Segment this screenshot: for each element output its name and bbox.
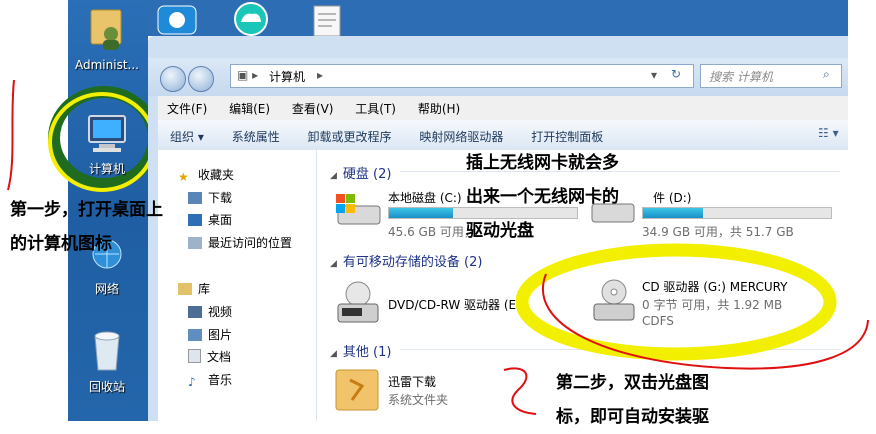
desktop-icon-label: Administ... bbox=[75, 58, 139, 72]
address-bar[interactable]: ▣ ▸ 计算机 ▸ ▾ ↻ bbox=[230, 64, 694, 88]
address-chevron-icon: ▸ bbox=[317, 68, 324, 82]
document-app-icon[interactable] bbox=[306, 2, 350, 36]
navigation-pane: ★ 收藏夹 下载 桌面 最近访问的位置 库 视频 图片 文档 ♪ 音乐 bbox=[158, 150, 317, 421]
nav-favorites[interactable]: ★ 收藏夹 bbox=[178, 166, 234, 184]
computer-icon bbox=[88, 115, 126, 152]
collapse-triangle-icon: ◢ bbox=[330, 259, 337, 269]
group-removable-storage[interactable]: ◢ 有可移动存储的设备 (2) bbox=[330, 251, 482, 270]
system-properties-button[interactable]: 系统属性 bbox=[220, 120, 292, 145]
drive-c-usage-fill bbox=[389, 208, 453, 218]
picture-icon bbox=[188, 329, 202, 341]
drive-c-name[interactable]: 本地磁盘 (C:) bbox=[388, 189, 462, 206]
xunlei-folder-icon[interactable] bbox=[334, 364, 380, 412]
music-note-icon: ♪ bbox=[188, 375, 196, 389]
desktop-icon-label: 计算机 bbox=[88, 162, 125, 176]
desktop-icon-computer[interactable]: 计算机 bbox=[68, 114, 146, 177]
desktop-icon-administrator[interactable]: Administ... bbox=[68, 4, 146, 72]
nav-videos[interactable]: 视频 bbox=[188, 303, 232, 320]
app-shortcut-icon[interactable] bbox=[152, 2, 202, 36]
desktop-icon-label: 回收站 bbox=[88, 380, 125, 394]
back-button[interactable] bbox=[160, 66, 186, 92]
open-control-panel-button[interactable]: 打开控制面板 bbox=[519, 120, 615, 145]
search-placeholder: 搜索 计算机 bbox=[709, 70, 773, 84]
download-folder-icon bbox=[188, 192, 202, 204]
view-options-icon[interactable]: ☷ ▾ bbox=[818, 120, 839, 140]
menu-edit[interactable]: 编辑(E) bbox=[220, 96, 279, 117]
nav-pictures[interactable]: 图片 bbox=[188, 326, 232, 343]
menu-tools[interactable]: 工具(T) bbox=[346, 96, 405, 117]
xunlei-name[interactable]: 迅雷下载 bbox=[388, 373, 436, 390]
drive-c-free: 45.6 GB 可用， bbox=[388, 225, 476, 239]
drive-e-name[interactable]: DVD/CD-RW 驱动器 (E:) bbox=[388, 296, 525, 313]
collapse-triangle-icon: ◢ bbox=[330, 171, 337, 181]
cloud-app-icon[interactable] bbox=[226, 2, 276, 36]
desktop-folder-icon bbox=[188, 214, 202, 226]
red-pen-stroke-step2 bbox=[503, 367, 537, 415]
menu-view[interactable]: 查看(V) bbox=[283, 96, 343, 117]
nav-downloads[interactable]: 下载 bbox=[188, 189, 232, 206]
uninstall-program-button[interactable]: 卸载或更改程序 bbox=[296, 120, 404, 145]
desktop-icon-recycle-bin[interactable]: 回收站 bbox=[68, 328, 146, 395]
hdd-windows-icon[interactable] bbox=[334, 192, 384, 232]
annotation-step2: 第二步，双击光盘图 标，即可自动安装驱 bbox=[556, 373, 709, 427]
nav-documents[interactable]: 文档 bbox=[188, 348, 231, 365]
group-hard-disks[interactable]: ◢ 硬盘 (2) bbox=[330, 163, 391, 182]
annotation-note: 插上无线网卡就会多 出来一个无线网卡的 驱动光盘 bbox=[466, 153, 619, 241]
desktop-icon-label: 网络 bbox=[94, 282, 119, 296]
organize-button[interactable]: 组织 ▾ bbox=[158, 120, 216, 145]
dvd-drive-icon[interactable] bbox=[334, 280, 384, 326]
group-other[interactable]: ◢ 其他 (1) bbox=[330, 341, 391, 360]
star-icon: ★ bbox=[178, 170, 189, 184]
refresh-icon[interactable]: ↻ bbox=[671, 67, 681, 81]
collapse-triangle-icon: ◢ bbox=[330, 349, 337, 359]
drive-d-name[interactable]: 件 (D:) bbox=[653, 189, 691, 206]
computer-small-icon: ▣ ▸ bbox=[237, 68, 259, 82]
library-icon bbox=[178, 283, 192, 295]
map-network-drive-button[interactable]: 映射网络驱动器 bbox=[407, 120, 515, 145]
nav-music[interactable]: ♪ 音乐 bbox=[188, 371, 232, 389]
menu-bar: 文件(F) 编辑(E) 查看(V) 工具(T) 帮助(H) bbox=[158, 96, 848, 120]
video-icon bbox=[188, 306, 202, 318]
drive-d-usage-bar bbox=[642, 207, 832, 219]
address-dropdown-icon[interactable]: ▾ bbox=[651, 68, 657, 82]
menu-file[interactable]: 文件(F) bbox=[158, 96, 216, 117]
nav-desktop[interactable]: 桌面 bbox=[188, 211, 232, 228]
menu-help[interactable]: 帮助(H) bbox=[409, 96, 469, 117]
recent-places-icon bbox=[188, 237, 202, 249]
search-icon: ⌕ bbox=[823, 67, 830, 81]
xunlei-type: 系统文件夹 bbox=[388, 393, 449, 407]
document-icon bbox=[188, 349, 201, 363]
drive-d-usage-fill bbox=[643, 208, 704, 218]
annotation-step1: 第一步，打开桌面上 的计算机图标 bbox=[10, 200, 163, 254]
forward-button[interactable] bbox=[188, 66, 214, 92]
nav-libraries[interactable]: 库 bbox=[178, 280, 210, 297]
user-folder-icon bbox=[90, 9, 122, 50]
recycle-bin-icon bbox=[94, 331, 120, 371]
address-text: 计算机 bbox=[269, 70, 306, 84]
nav-recent[interactable]: 最近访问的位置 bbox=[188, 234, 292, 251]
search-input[interactable]: 搜索 计算机 ⌕ bbox=[700, 64, 842, 88]
